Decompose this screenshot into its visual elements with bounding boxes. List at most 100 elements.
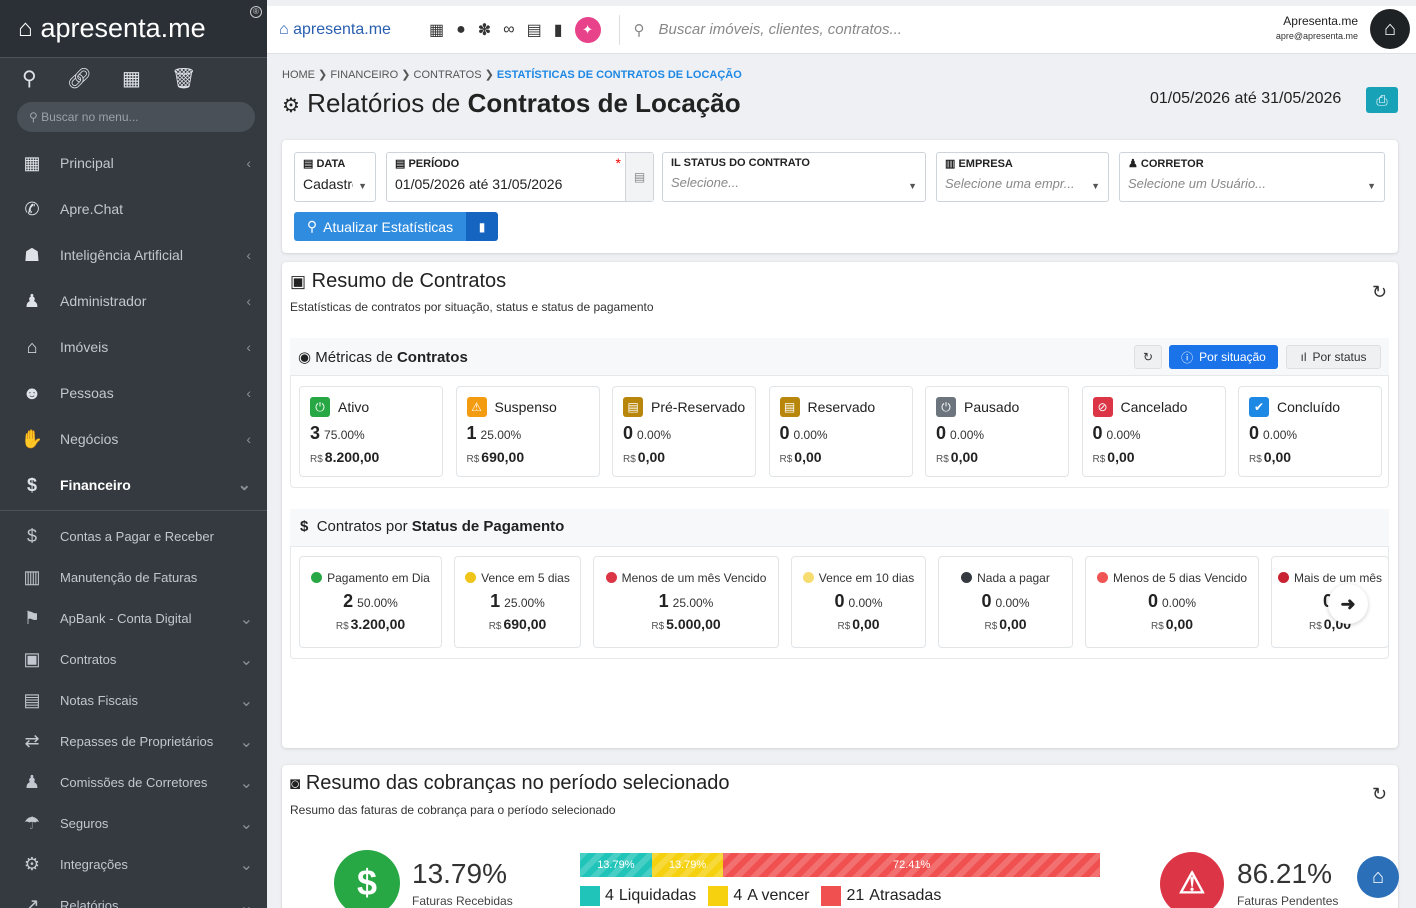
sidebar-subitem-8[interactable]: ⚙ Integrações ⌄ [0, 844, 267, 885]
chat-icon[interactable]: ● [456, 21, 466, 39]
calendar-icon[interactable]: ▤ [625, 153, 653, 201]
payment-card[interactable]: Menos de um mês Vencido 1 25.00% R$ 5.000,00 [593, 556, 779, 648]
breadcrumb-contratos[interactable]: CONTRATOS [414, 69, 482, 81]
admin-user-icon: ♟ [23, 290, 41, 311]
metric-count: 0 0.00% [780, 423, 828, 444]
ai-icon[interactable]: ✦ [574, 16, 601, 43]
sidebar-item-label: Apre.Chat [60, 201, 124, 217]
global-search-input[interactable]: ⚲ Buscar imóveis, clientes, contratos... [618, 14, 1179, 45]
chevron-down-icon: ⌄ [239, 856, 253, 874]
money-icon: ◙ [290, 774, 301, 793]
sidebar-subitem-2[interactable]: ⚑ ApBank - Conta Digital ⌄ [0, 598, 267, 639]
cobrancas-bar: 13.79% 13.79% 72.41% [580, 853, 1100, 877]
sidebar-subitem-1[interactable]: ▥ Manutenção de Faturas [0, 557, 267, 598]
top-brand[interactable]: ⌂ apresenta.me [279, 21, 429, 39]
sidebar-subitem-5[interactable]: ⇄ Repasses de Proprietários ⌄ [0, 721, 267, 762]
refresh-icon[interactable]: ↻ [1372, 784, 1387, 805]
sidebar-item-7[interactable]: $ Financeiro ⌄ [0, 462, 267, 508]
status-dot-icon [1277, 572, 1289, 583]
link-icon[interactable]: ∞ [503, 21, 514, 39]
link-icon[interactable]: 🔗︎ [67, 66, 92, 91]
breadcrumb-home[interactable]: HOME [282, 69, 315, 81]
payment-count-value: 0 [834, 591, 845, 611]
floating-help-button[interactable]: ⌂ [1357, 856, 1399, 898]
sidebar-subitem-6[interactable]: ♟ Comissões de Corretores ⌄ [0, 762, 267, 803]
required-icon: * [615, 155, 621, 171]
scroll-right-button[interactable]: ➜ [1328, 584, 1368, 624]
avatar[interactable]: ⌂ [1370, 9, 1410, 49]
breadcrumb-financeiro[interactable]: FINANCEIRO [330, 69, 398, 81]
metric-amount: 0,00 [950, 449, 979, 465]
empresa-select[interactable]: ▥ EMPRESA Selecione uma empr... ▼ [936, 152, 1109, 202]
trash-icon[interactable]: 🗑︎ [171, 66, 196, 91]
sidebar-subitem-label: Notas Fiscais [60, 693, 139, 708]
metric-card[interactable]: ✔ Concluído 0 0.00% R$ 0,00 [1238, 386, 1382, 477]
payment-count-value: 1 [490, 591, 501, 611]
data-select[interactable]: ▤ DATA Cadastro ▼ [294, 152, 376, 202]
metric-value: R$ 690,00 [467, 449, 525, 465]
corretor-select[interactable]: ♟ CORRETOR Selecione um Usuário... ▼ [1119, 152, 1385, 202]
sidebar-item-6[interactable]: ✋ Negócios ‹ [0, 416, 267, 462]
sidebar-item-0[interactable]: ▦ Principal ‹ [0, 140, 267, 186]
sidebar-subitem-7[interactable]: ☂ Seguros ⌄ [0, 803, 267, 844]
empresa-label: ▥ EMPRESA [945, 158, 1013, 170]
sidebar-subitem-9[interactable]: ↗ Relatórios ⌄ [0, 885, 267, 908]
page-title-pre: Relatórios de [307, 88, 468, 118]
metric-card[interactable]: ⏻ Ativo 3 75.00% R$ 8.200,00 [299, 386, 443, 477]
metric-card[interactable]: ⊘ Cancelado 0 0.00% R$ 0,00 [1081, 386, 1226, 477]
payment-card[interactable]: Pagamento em Dia 2 50.00% R$ 3.200,00 [299, 556, 442, 648]
legend-swatch [708, 886, 729, 906]
payment-card[interactable]: Nada a pagar 0 0.00% R$ 0,00 [938, 556, 1073, 648]
metric-card[interactable]: ▤ Pré-Reservado 0 0.00% R$ 0,00 [612, 386, 756, 477]
por-status-button[interactable]: ıl Por status [1286, 345, 1381, 369]
metric-card[interactable]: ▤ Reservado 0 0.00% R$ 0,00 [768, 386, 913, 477]
metric-card[interactable]: ⚠ Suspenso 1 25.00% R$ 690,00 [455, 386, 600, 477]
metric-count-value: 0 [623, 423, 634, 443]
metric-pct: 0.00% [637, 428, 672, 442]
apps-icon[interactable]: ▦ [429, 20, 444, 40]
user-info[interactable]: Apresenta.me apre@apresenta.me [1276, 14, 1358, 43]
print-button[interactable]: ⎙ [1366, 87, 1398, 113]
payment-card[interactable]: Vence em 10 dias 0 0.00% R$ 0,00 [791, 556, 926, 648]
por-situacao-button[interactable]: ⓘ Por situação [1169, 345, 1278, 369]
sidebar-item-3[interactable]: ♟ Administrador ‹ [0, 278, 267, 324]
bar-segment: 13.79% [651, 853, 724, 877]
chevron-left-icon: ‹ [246, 339, 251, 355]
update-stats-button[interactable]: ⚲ Atualizar Estatísticas [294, 212, 466, 241]
clear-filters-button[interactable]: ▮ [466, 212, 498, 241]
sidebar-subitem-3[interactable]: ▣ Contratos ⌄ [0, 639, 267, 680]
periodo-field[interactable]: ▤ PERÍODO 01/05/2026 até 31/05/2026 * ▤ [386, 152, 654, 202]
payment-header: Nada a pagar [939, 571, 1072, 585]
sidebar-subitem-0[interactable]: $ Contas a Pagar e Receber [0, 516, 267, 557]
sidebar-logo[interactable]: ⌂ apresenta.me ® [0, 0, 267, 58]
calendar-icon[interactable]: ▦ [122, 66, 141, 91]
sidebar-item-label: Pessoas [60, 385, 114, 401]
refresh-icon[interactable]: ↻ [1372, 282, 1387, 303]
sidebar-item-1[interactable]: ✆ Apre.Chat [0, 186, 267, 232]
sidebar-subitem-4[interactable]: ▤ Notas Fiscais ⌄ [0, 680, 267, 721]
payment-card[interactable]: Menos de 5 dias Vencido 0 0.00% R$ 0,00 [1085, 556, 1259, 648]
metric-amount: 0,00 [794, 449, 822, 465]
metric-pct: 0.00% [793, 428, 828, 442]
status-icon: ⏻ [936, 397, 956, 417]
chevron-down-icon: ⌄ [239, 897, 253, 908]
status-dot-icon [961, 572, 973, 583]
sidebar-item-4[interactable]: ⌂ Imóveis ‹ [0, 324, 267, 370]
sidebar-search-input[interactable]: ⚲ Buscar no menu... [17, 102, 255, 132]
status-contrato-select[interactable]: ıl STATUS DO CONTRATO Selecione... ▼ [662, 152, 926, 202]
metric-card[interactable]: ⏻ Pausado 0 0.00% R$ 0,00 [925, 386, 1069, 477]
sidebar-item-2[interactable]: ☗ Inteligência Artificial ‹ [0, 232, 267, 278]
trash-icon[interactable]: ▮ [554, 20, 563, 40]
payment-value: R$ 0,00 [792, 616, 925, 632]
sidebar-item-5[interactable]: ☻ Pessoas ‹ [0, 370, 267, 416]
paw-icon[interactable]: ✽ [478, 20, 491, 40]
metricas-refresh-button[interactable]: ↻ [1134, 345, 1162, 369]
calendar-icon[interactable]: ▤ [527, 20, 542, 40]
payment-card[interactable]: Vence em 5 dias 1 25.00% R$ 690,00 [454, 556, 581, 648]
metric-count: 0 0.00% [1249, 423, 1297, 444]
metric-header: ▤ Pré-Reservado [623, 397, 745, 417]
metric-value: R$ 0,00 [1249, 449, 1291, 465]
metric-value: R$ 0,00 [936, 449, 978, 465]
legend-count: 4 [605, 887, 614, 904]
search-icon[interactable]: ⚲ [22, 66, 37, 91]
